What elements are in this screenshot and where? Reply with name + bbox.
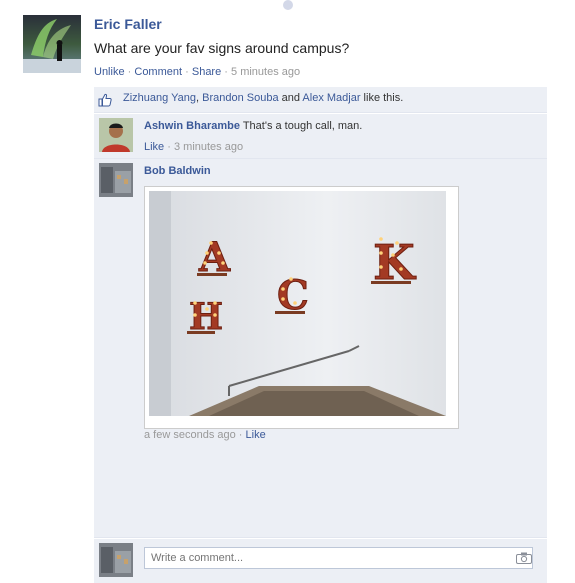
comment-actions: Like · 3 minutes ago [144, 141, 243, 153]
likes-text: Zizhuang Yang, Brandon Souba and Alex Ma… [123, 92, 403, 104]
comment-author-avatar[interactable] [99, 163, 133, 197]
separator: · [224, 66, 232, 78]
like-link[interactable]: Like [144, 141, 164, 153]
comment-author-avatar[interactable] [99, 118, 133, 152]
comment-author-name[interactable]: Bob Baldwin [144, 165, 211, 177]
share-link[interactable]: Share [192, 66, 221, 78]
viewer-avatar [99, 543, 133, 577]
post-actions: Unlike · Comment · Share · 5 minutes ago [94, 66, 300, 78]
thumbs-up-icon [98, 93, 112, 107]
comment-photo[interactable]: A H C K [144, 186, 459, 429]
comment-item: Bob Baldwin A H C K a few seconds ago · … [94, 159, 547, 538]
post-message: What are your fav signs around campus? [94, 40, 350, 56]
camera-icon[interactable] [516, 552, 532, 564]
likes-suffix: like this. [360, 92, 404, 104]
hack-sign-photo: A H C K [149, 191, 446, 416]
post-timestamp[interactable]: 5 minutes ago [231, 66, 300, 78]
comment-actions: a few seconds ago · Like [144, 429, 266, 441]
separator: · [185, 66, 192, 78]
comment-item: Ashwin Bharambe That's a tough call, man… [94, 114, 547, 159]
comment-link[interactable]: Comment [134, 66, 182, 78]
unlike-link[interactable]: Unlike [94, 66, 125, 78]
post-author-avatar[interactable] [23, 15, 81, 73]
separator: · [238, 429, 246, 441]
comment-timestamp: a few seconds ago [144, 429, 236, 441]
comment-composer [94, 539, 547, 583]
liker-link[interactable]: Brandon Souba [202, 92, 278, 104]
feedback-section: Zizhuang Yang, Brandon Souba and Alex Ma… [94, 87, 547, 583]
liker-and: and [278, 92, 303, 104]
comment-text: That's a tough call, man. [242, 120, 363, 132]
liker-link[interactable]: Zizhuang Yang [123, 92, 196, 104]
post-author-name[interactable]: Eric Faller [94, 16, 162, 32]
separator: · [167, 141, 174, 153]
like-link[interactable]: Like [246, 429, 266, 441]
comment-input[interactable] [144, 547, 533, 569]
likes-summary: Zizhuang Yang, Brandon Souba and Alex Ma… [94, 87, 547, 113]
comment-author-name[interactable]: Ashwin Bharambe [144, 120, 240, 132]
liker-link[interactable]: Alex Madjar [302, 92, 360, 104]
comment-body: Ashwin Bharambe That's a tough call, man… [144, 120, 362, 132]
comment-timestamp: 3 minutes ago [173, 141, 244, 153]
scroll-indicator [283, 0, 293, 10]
